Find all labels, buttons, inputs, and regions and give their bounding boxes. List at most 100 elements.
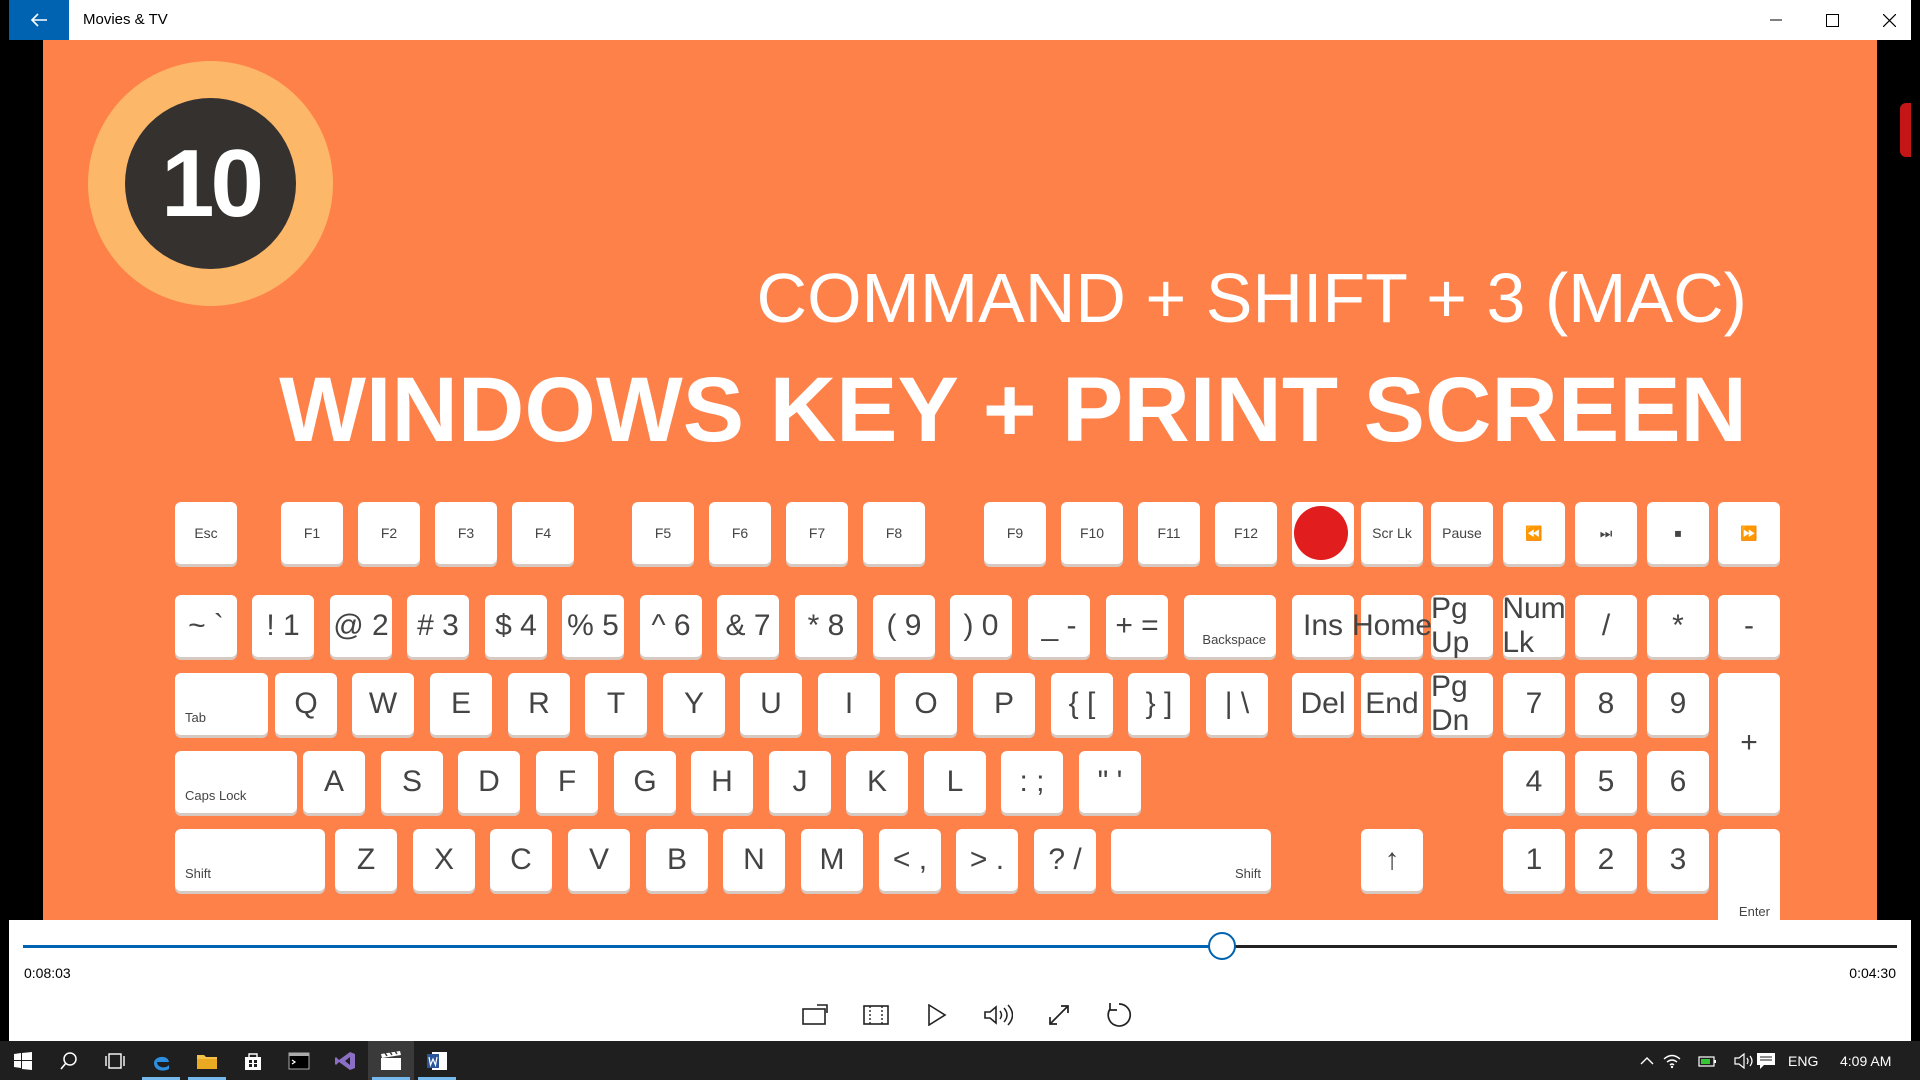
- aspect-ratio-button[interactable]: [858, 997, 894, 1033]
- taskbar-command-prompt[interactable]: [276, 1041, 322, 1080]
- keyboard-key: S: [381, 751, 443, 813]
- back-arrow-icon: [30, 13, 47, 27]
- fullscreen-button[interactable]: [1041, 997, 1077, 1033]
- keyboard-key: R: [508, 673, 570, 735]
- store-bag-icon: [245, 1052, 261, 1070]
- keyboard-key: Shift: [1111, 829, 1271, 891]
- notification-icon: [1757, 1052, 1775, 1069]
- keyboard-key: H: [691, 751, 753, 813]
- keyboard-key: K: [846, 751, 908, 813]
- taskbar-file-explorer[interactable]: [184, 1041, 230, 1080]
- video-surface[interactable]: 10 COMMAND + SHIFT + 3 (MAC) WINDOWS KEY…: [9, 40, 1911, 920]
- play-button[interactable]: [919, 997, 955, 1033]
- record-highlight-dot: [1294, 506, 1348, 560]
- title-bar: Movies & TV: [9, 0, 1911, 40]
- keyboard-key: 1: [1503, 829, 1565, 891]
- seek-thumb[interactable]: [1208, 932, 1237, 960]
- keyboard-key: Num Lk: [1502, 592, 1566, 659]
- keyboard-key: F9: [984, 502, 1046, 564]
- keyboard-key: F12: [1215, 502, 1277, 564]
- action-center-button[interactable]: [1744, 1041, 1788, 1080]
- keyboard-key: F11: [1138, 502, 1200, 564]
- keyboard-key: Q: [275, 673, 337, 735]
- clock[interactable]: 4:09 AM: [1840, 1053, 1891, 1069]
- repeat-button[interactable]: [1101, 997, 1137, 1033]
- search-button[interactable]: [46, 1041, 92, 1080]
- taskbar-visual-studio[interactable]: [322, 1041, 368, 1080]
- keyboard-key: I: [818, 673, 880, 735]
- taskbar: ENG 4:09 AM: [0, 1041, 1920, 1080]
- remaining-time: 0:04:30: [1849, 965, 1896, 981]
- mac-shortcut-text: COMMAND + SHIFT + 3 (MAC): [756, 259, 1747, 337]
- edge-browser-icon: [154, 1056, 169, 1071]
- seek-bar[interactable]: [23, 932, 1897, 960]
- keyboard-key: P: [973, 673, 1035, 735]
- elapsed-time: 0:08:03: [24, 965, 71, 981]
- keyboard-key: X: [413, 829, 475, 891]
- keyboard-key: 2: [1575, 829, 1637, 891]
- keyboard-key: @ 2: [330, 595, 392, 657]
- keyboard-key: < ,: [879, 829, 941, 891]
- keyboard-key: & 7: [717, 595, 779, 657]
- keyboard-key: F1: [281, 502, 343, 564]
- keyboard-key: F8: [863, 502, 925, 564]
- taskbar-word[interactable]: [414, 1041, 460, 1080]
- keyboard-key: Caps Lock: [175, 751, 297, 813]
- volume-button[interactable]: [980, 997, 1016, 1033]
- keyboard-key: +: [1718, 673, 1780, 813]
- input-language[interactable]: ENG: [1788, 1053, 1818, 1069]
- keyboard-key: L: [924, 751, 986, 813]
- video-frame: 10 COMMAND + SHIFT + 3 (MAC) WINDOWS KEY…: [43, 40, 1877, 920]
- network-tray-button[interactable]: [1654, 1041, 1690, 1080]
- task-view-button[interactable]: [92, 1041, 138, 1080]
- keyboard-key: -: [1718, 595, 1780, 657]
- visual-studio-icon: [335, 1051, 355, 1070]
- keyboard-key: + =: [1106, 595, 1168, 657]
- repeat-icon: [1107, 1003, 1132, 1027]
- keyboard-key: { [: [1051, 673, 1113, 735]
- battery-tray-button[interactable]: [1690, 1041, 1726, 1080]
- keyboard-key: F3: [435, 502, 497, 564]
- chevron-up-icon: [1640, 1056, 1654, 1064]
- back-button[interactable]: [9, 0, 69, 40]
- taskbar-edge[interactable]: [138, 1041, 184, 1080]
- keyboard-key: F10: [1061, 502, 1123, 564]
- keyboard-key: G: [614, 751, 676, 813]
- close-button[interactable]: [1861, 0, 1918, 40]
- keyboard-key: : ;: [1001, 751, 1063, 813]
- keyboard-key: ? /: [1034, 829, 1096, 891]
- keyboard-key: _ -: [1028, 595, 1090, 657]
- keyboard-key: 7: [1503, 673, 1565, 735]
- keyboard-key: 6: [1647, 751, 1709, 813]
- maximize-button[interactable]: [1804, 0, 1861, 40]
- player-controls: 0:08:03 0:04:30: [9, 920, 1911, 1041]
- windows-shortcut-text: WINDOWS KEY + PRINT SCREEN: [279, 359, 1747, 461]
- keyboard-key: A: [303, 751, 365, 813]
- keyboard-key: * 8: [795, 595, 857, 657]
- keyboard-key: $ 4: [485, 595, 547, 657]
- aspect-icon: [863, 1005, 889, 1025]
- cast-button[interactable]: [797, 997, 833, 1033]
- taskbar-movies-tv[interactable]: [368, 1041, 414, 1080]
- minimize-button[interactable]: [1747, 0, 1804, 40]
- keyboard-key: E: [430, 673, 492, 735]
- task-view-icon: [105, 1052, 125, 1069]
- keyboard-key: F7: [786, 502, 848, 564]
- keyboard-key: ⏪: [1503, 502, 1565, 564]
- keyboard-key: Home: [1352, 595, 1432, 657]
- keyboard-key: U: [740, 673, 802, 735]
- keyboard-key: > .: [956, 829, 1018, 891]
- keyboard-key: Backspace: [1184, 595, 1276, 657]
- keyboard-key: D: [458, 751, 520, 813]
- taskbar-store[interactable]: [230, 1041, 276, 1080]
- keyboard-key: Esc: [175, 502, 237, 564]
- start-button[interactable]: [0, 1041, 46, 1080]
- keyboard-key: T: [585, 673, 647, 735]
- keyboard-key: V: [568, 829, 630, 891]
- keyboard-key: N: [723, 829, 785, 891]
- keyboard-key: ) 0: [950, 595, 1012, 657]
- keyboard-key: C: [490, 829, 552, 891]
- keyboard-key: *: [1647, 595, 1709, 657]
- keyboard-key: M: [801, 829, 863, 891]
- movies-tv-window: Movies & TV 10 COMMAND + SHIFT + 3 (MAC)…: [9, 0, 1911, 1041]
